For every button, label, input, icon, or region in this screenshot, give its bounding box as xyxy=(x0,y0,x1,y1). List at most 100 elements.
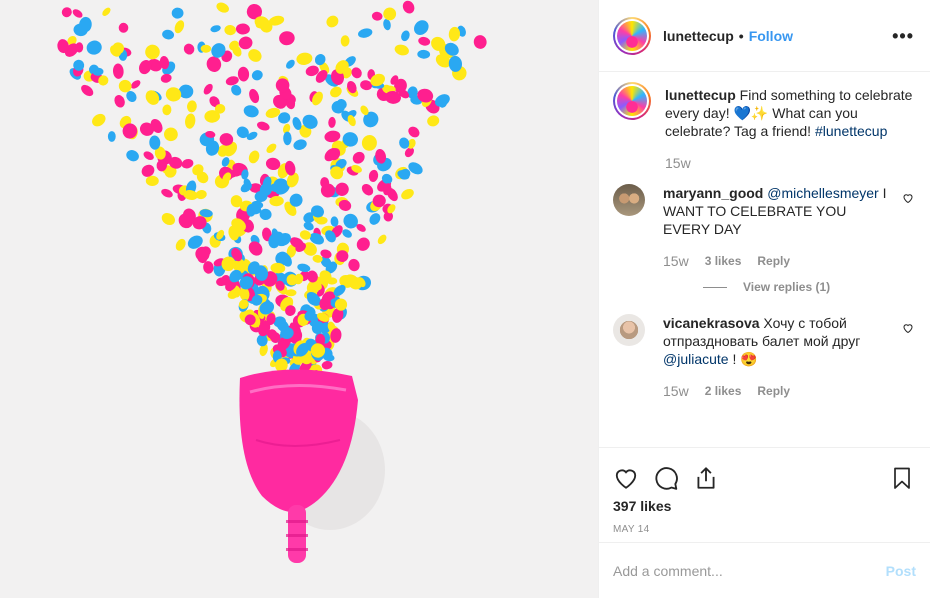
confetti-piece xyxy=(401,188,414,200)
more-options-icon[interactable]: ••• xyxy=(892,27,914,45)
confetti-piece xyxy=(279,31,295,46)
caption-age[interactable]: 15w xyxy=(665,154,691,172)
add-comment-input[interactable] xyxy=(613,562,886,579)
post-panel: lunettecup • Follow ••• lunettecup Find … xyxy=(598,0,930,598)
post-comment-button[interactable]: Post xyxy=(886,563,916,579)
confetti-piece xyxy=(102,7,111,16)
confetti-piece xyxy=(61,7,72,18)
confetti-piece xyxy=(326,15,339,28)
confetti-piece xyxy=(161,212,176,226)
comment-username[interactable]: maryann_good xyxy=(663,185,763,201)
comment-likes[interactable]: 3 likes xyxy=(705,252,742,270)
bookmark-icon[interactable] xyxy=(890,465,914,491)
separator-dot: • xyxy=(738,27,744,44)
confetti-piece xyxy=(275,78,290,93)
confetti-piece xyxy=(299,230,311,240)
confetti-piece xyxy=(377,234,387,245)
confetti-piece xyxy=(160,73,172,83)
confetti-piece xyxy=(321,360,333,370)
confetti-piece xyxy=(352,151,365,164)
confetti-piece xyxy=(107,131,116,142)
post-photo[interactable] xyxy=(0,0,598,598)
confetti-piece xyxy=(348,258,360,272)
confetti-piece xyxy=(81,84,94,97)
confetti-piece xyxy=(473,35,487,49)
comment-item: vicanekrasova Хочу с тобой отпраздновать… xyxy=(613,314,914,400)
heart-icon[interactable] xyxy=(613,465,639,491)
comment-reply-button[interactable]: Reply xyxy=(757,382,790,400)
confetti-piece xyxy=(164,127,178,142)
confetti-piece xyxy=(257,121,270,131)
add-comment-bar: Post xyxy=(599,542,930,598)
commenter-avatar[interactable] xyxy=(613,184,645,216)
follow-button[interactable]: Follow xyxy=(749,28,793,44)
confetti-piece xyxy=(340,35,350,47)
comments-list: lunettecup Find something to celebrate e… xyxy=(599,72,930,448)
confetti-piece xyxy=(183,43,195,55)
confetti-piece xyxy=(358,28,373,38)
confetti-piece xyxy=(162,29,175,40)
confetti-piece xyxy=(418,36,431,46)
likes-count[interactable]: 397 likes xyxy=(597,498,930,514)
confetti-piece xyxy=(369,213,381,225)
comment-likes[interactable]: 2 likes xyxy=(705,382,742,400)
post-date[interactable]: MAY 14 xyxy=(597,524,930,535)
caption-username[interactable]: lunettecup xyxy=(665,87,736,103)
comment-username[interactable]: vicanekrasova xyxy=(663,315,760,331)
share-icon[interactable] xyxy=(693,465,719,491)
confetti-piece xyxy=(297,263,311,272)
confetti-piece xyxy=(206,56,222,72)
confetti-piece xyxy=(351,67,362,79)
confetti-piece xyxy=(249,88,260,104)
confetti-piece xyxy=(224,24,236,36)
author-username[interactable]: lunettecup xyxy=(663,28,734,44)
commenter-avatar[interactable] xyxy=(613,314,645,346)
confetti-piece xyxy=(293,139,307,150)
confetti-piece xyxy=(185,113,196,129)
caption: lunettecup Find something to celebrate e… xyxy=(613,82,914,172)
confetti-piece xyxy=(118,22,129,33)
comment-mention[interactable]: @michellesmeyer xyxy=(767,185,878,201)
comment-like-heart-icon[interactable] xyxy=(902,322,914,334)
caption-hashtag[interactable]: #lunettecup xyxy=(815,123,887,139)
comment-icon[interactable] xyxy=(653,465,679,491)
confetti-piece xyxy=(368,169,379,182)
confetti-piece xyxy=(361,183,374,196)
confetti-piece xyxy=(143,151,154,161)
comment-mention[interactable]: @juliacute xyxy=(663,351,729,367)
confetti-piece xyxy=(417,49,431,59)
confetti-piece xyxy=(162,104,172,116)
confetti-piece xyxy=(328,116,336,128)
confetti-piece xyxy=(402,0,415,14)
confetti-piece xyxy=(210,25,221,33)
confetti-piece xyxy=(181,158,194,169)
confetti-piece xyxy=(414,20,429,35)
confetti-piece xyxy=(126,150,139,162)
confetti-piece xyxy=(243,105,259,118)
confetti-piece xyxy=(283,131,292,146)
confetti-piece xyxy=(427,115,440,127)
confetti-piece xyxy=(145,44,160,60)
confetti-piece xyxy=(383,7,397,21)
confetti-piece xyxy=(251,70,263,81)
confetti-piece xyxy=(72,9,83,18)
confetti-piece xyxy=(266,143,277,154)
confetti-piece xyxy=(203,83,213,95)
comment-age[interactable]: 15w xyxy=(663,252,689,270)
confetti-piece xyxy=(356,237,370,251)
confetti-piece xyxy=(86,40,102,55)
confetti-piece xyxy=(237,66,250,82)
author-avatar[interactable] xyxy=(613,16,651,55)
caption-avatar[interactable] xyxy=(613,82,651,120)
comment-reply-button[interactable]: Reply xyxy=(757,252,790,270)
confetti-piece xyxy=(161,188,173,198)
post-header: lunettecup • Follow ••• xyxy=(599,0,930,72)
action-bar xyxy=(599,448,930,498)
photo-art xyxy=(57,0,487,563)
confetti-piece xyxy=(186,100,197,113)
comment-like-heart-icon[interactable] xyxy=(902,192,914,204)
view-replies-button[interactable]: View replies (1) xyxy=(703,280,914,294)
confetti-piece xyxy=(174,20,185,34)
comment-age[interactable]: 15w xyxy=(663,382,689,400)
replies-divider xyxy=(703,286,727,288)
